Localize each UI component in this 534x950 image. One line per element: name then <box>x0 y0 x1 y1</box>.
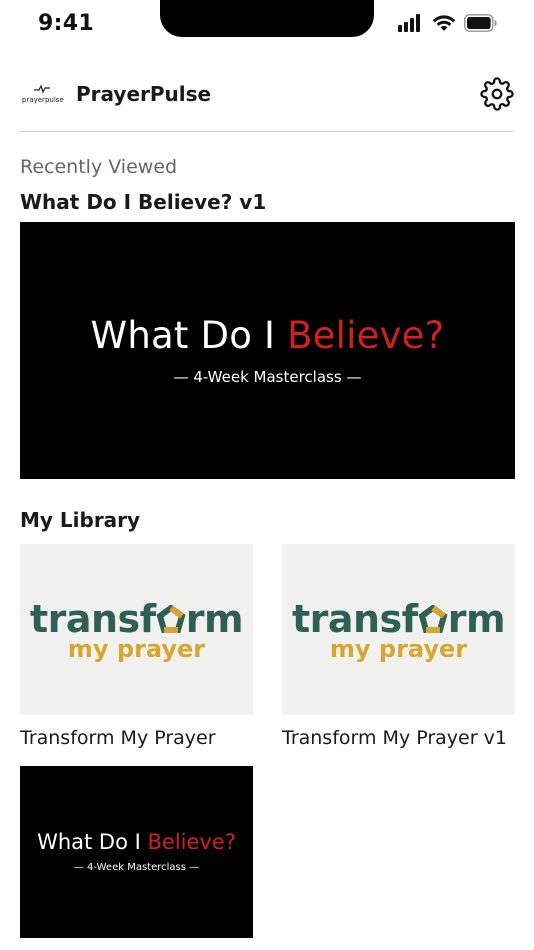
thumb-title: What Do I Believe? <box>20 314 515 357</box>
status-bar: 9:41 <box>0 0 534 50</box>
thumb-title-white: What Do I <box>90 314 276 357</box>
thumb-subtitle: — 4-Week Masterclass — <box>173 368 362 386</box>
status-icons <box>398 14 498 32</box>
recent-item-title: What Do I Believe? v1 <box>20 190 267 214</box>
thumb-logo-line1: transf rm <box>282 600 515 638</box>
wifi-icon <box>432 15 456 31</box>
library-thumbnail: What Do I Believe? — 4-Week Masterclass … <box>20 766 253 938</box>
recent-item-card[interactable]: What Do I Believe? — 4-Week Masterclass … <box>20 222 515 479</box>
pulse-logo-icon <box>34 84 50 94</box>
library-item[interactable]: transf rm my prayer Transform My Prayer v… <box>282 544 515 749</box>
star-knot-icon <box>418 604 448 633</box>
thumb-title: What Do I Believe? <box>20 830 253 854</box>
thumb-logo-line1: transf rm <box>20 600 253 638</box>
library-heading: My Library <box>20 508 141 532</box>
library-item[interactable]: transf rm my prayer Transform My Prayer <box>20 544 253 749</box>
gear-icon <box>480 77 514 111</box>
library-thumbnail: transf rm my prayer <box>282 544 515 715</box>
header-divider <box>20 131 515 132</box>
thumb-title-red: Believe? <box>287 314 445 357</box>
library-thumbnail: transf rm my prayer <box>20 544 253 715</box>
library-item-caption: Transform My Prayer <box>20 727 216 749</box>
thumb-title-white: What Do I <box>37 830 141 854</box>
battery-icon <box>464 14 497 32</box>
thumb-title-red: Believe? <box>147 830 236 854</box>
app-title: PrayerPulse <box>76 82 212 106</box>
status-time: 9:41 <box>38 11 94 36</box>
library-item[interactable]: What Do I Believe? — 4-Week Masterclass … <box>20 766 253 938</box>
thumb-logo-line2: my prayer <box>329 635 468 663</box>
device-notch <box>160 0 374 37</box>
thumb-subtitle: — 4-Week Masterclass — <box>73 862 200 873</box>
thumb-subtitle-text: 4-Week Masterclass <box>193 368 342 386</box>
library-item-caption: Transform My Prayer v1 <box>282 727 507 749</box>
recently-viewed-label: Recently Viewed <box>20 156 178 178</box>
star-knot-icon <box>156 604 186 633</box>
app-logo: prayerpulse <box>22 84 64 106</box>
thumb-logo-line2: my prayer <box>67 635 206 663</box>
thumb-subtitle-text: 4-Week Masterclass <box>87 862 186 873</box>
settings-button[interactable] <box>479 76 515 112</box>
app-header: prayerpulse PrayerPulse <box>20 74 515 116</box>
logo-text: prayerpulse <box>22 96 64 104</box>
cellular-signal-icon <box>398 14 420 32</box>
